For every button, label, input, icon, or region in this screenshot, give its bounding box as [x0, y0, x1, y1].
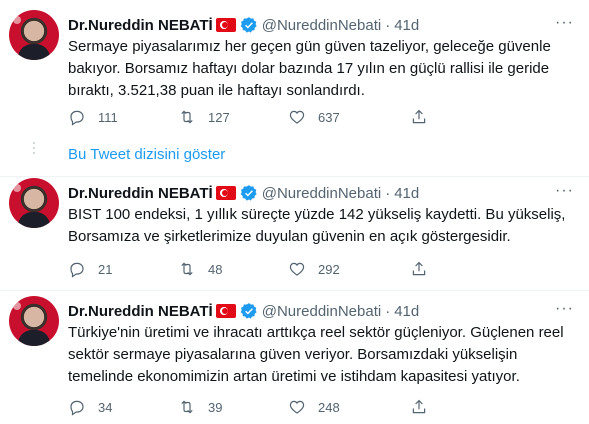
timestamp[interactable]: 41d [394, 17, 419, 34]
avatar[interactable] [9, 10, 59, 60]
tweet-3[interactable]: Dr.Nureddin NEBATİ @NureddinNebati · 41d… [0, 296, 589, 424]
tweet-text-line: Borsamıza ve şirketlerimize duyulan güve… [68, 228, 511, 245]
tweet-text-line: temelinde ekonomimizin artan üretimi ve … [68, 368, 520, 385]
share-icon [412, 399, 426, 414]
author-handle[interactable]: @NureddinNebati [262, 185, 381, 202]
turkish-flag-icon [215, 304, 236, 318]
retweet-button[interactable]: 39 [178, 398, 288, 416]
tweet-text: BIST 100 endeksi, 1 yıllık süreçte yüzde… [68, 204, 573, 248]
share-icon [412, 109, 426, 124]
like-button[interactable]: 637 [288, 108, 398, 126]
verified-badge-icon [240, 17, 257, 33]
avatar[interactable] [9, 296, 59, 346]
tweet-header: Dr.Nureddin NEBATİ @NureddinNebati · 41d [68, 184, 419, 202]
reply-button[interactable]: 111 [68, 108, 178, 126]
tweet-header: Dr.Nureddin NEBATİ @NureddinNebati · 41d [68, 16, 419, 34]
more-options-icon[interactable]: ··· [555, 15, 575, 32]
tweet-actions: 21 48 292 [68, 260, 508, 278]
reply-icon [70, 110, 84, 126]
tweet-text-line: Sermaye piyasalarımız her geçen gün güve… [68, 38, 551, 55]
tweet-actions: 111 127 637 [68, 108, 508, 126]
author-name[interactable]: Dr.Nureddin NEBATİ [68, 303, 213, 320]
tweet-text: Sermaye piyasalarımız her geçen gün güve… [68, 36, 573, 102]
like-count: 637 [318, 109, 340, 125]
retweet-count: 48 [208, 261, 223, 277]
reply-count: 21 [98, 261, 113, 277]
reply-icon [70, 400, 84, 416]
turkish-flag-icon [215, 186, 236, 200]
timestamp[interactable]: 41d [394, 185, 419, 202]
retweet-icon [181, 400, 193, 414]
separator-dot: · [385, 184, 391, 202]
author-name[interactable]: Dr.Nureddin NEBATİ [68, 17, 213, 34]
tweet-1[interactable]: Dr.Nureddin NEBATİ @NureddinNebati · 41d… [0, 10, 589, 128]
retweet-button[interactable]: 127 [178, 108, 288, 126]
verified-badge-icon [240, 303, 257, 319]
like-button[interactable]: 292 [288, 260, 398, 278]
heart-icon [289, 262, 305, 276]
share-icon [412, 261, 426, 276]
retweet-button[interactable]: 48 [178, 260, 288, 278]
retweet-icon [181, 262, 193, 276]
avatar[interactable] [9, 178, 59, 228]
retweet-icon [181, 110, 193, 124]
divider [0, 290, 589, 291]
show-thread-link[interactable]: Bu Tweet dizisini göster [68, 146, 225, 163]
share-button[interactable] [410, 108, 450, 126]
retweet-count: 127 [208, 109, 230, 125]
tweet-text-line: bakıyor. Borsamız haftayı dolar bazında … [68, 60, 550, 77]
tweet-text-line: bıraktı, 3.521,38 puan ile haftayı sonla… [68, 82, 365, 99]
heart-icon [289, 400, 305, 414]
reply-icon [70, 262, 84, 278]
author-name[interactable]: Dr.Nureddin NEBATİ [68, 185, 213, 202]
reply-button[interactable]: 21 [68, 260, 178, 278]
like-button[interactable]: 248 [288, 398, 398, 416]
thread-connector [33, 142, 35, 157]
tweet-header: Dr.Nureddin NEBATİ @NureddinNebati · 41d [68, 302, 419, 320]
timestamp[interactable]: 41d [394, 303, 419, 320]
separator-dot: · [385, 16, 391, 34]
heart-icon [289, 110, 305, 124]
tweet-2[interactable]: Dr.Nureddin NEBATİ @NureddinNebati · 41d… [0, 178, 589, 288]
tweet-text-line: sektör sermaye piyasalarına güven veriyo… [68, 346, 518, 363]
tweet-text-line: BIST 100 endeksi, 1 yıllık süreçte yüzde… [68, 206, 566, 223]
separator-dot: · [385, 302, 391, 320]
turkish-flag-icon [215, 18, 236, 32]
tweet-text: Türkiye'nin üretimi ve ihracatı arttıkça… [68, 322, 573, 388]
share-button[interactable] [410, 398, 450, 416]
retweet-count: 39 [208, 399, 223, 415]
verified-badge-icon [240, 185, 257, 201]
author-handle[interactable]: @NureddinNebati [262, 17, 381, 34]
author-handle[interactable]: @NureddinNebati [262, 303, 381, 320]
tweet-text-line: Türkiye'nin üretimi ve ihracatı arttıkça… [68, 324, 564, 341]
tweet-actions: 34 39 248 [68, 398, 508, 416]
reply-button[interactable]: 34 [68, 398, 178, 416]
like-count: 248 [318, 399, 340, 415]
like-count: 292 [318, 261, 340, 277]
reply-count: 34 [98, 399, 113, 415]
divider [0, 176, 589, 177]
more-options-icon[interactable]: ··· [555, 301, 575, 318]
reply-count: 111 [98, 109, 118, 125]
share-button[interactable] [410, 260, 450, 278]
more-options-icon[interactable]: ··· [555, 183, 575, 200]
